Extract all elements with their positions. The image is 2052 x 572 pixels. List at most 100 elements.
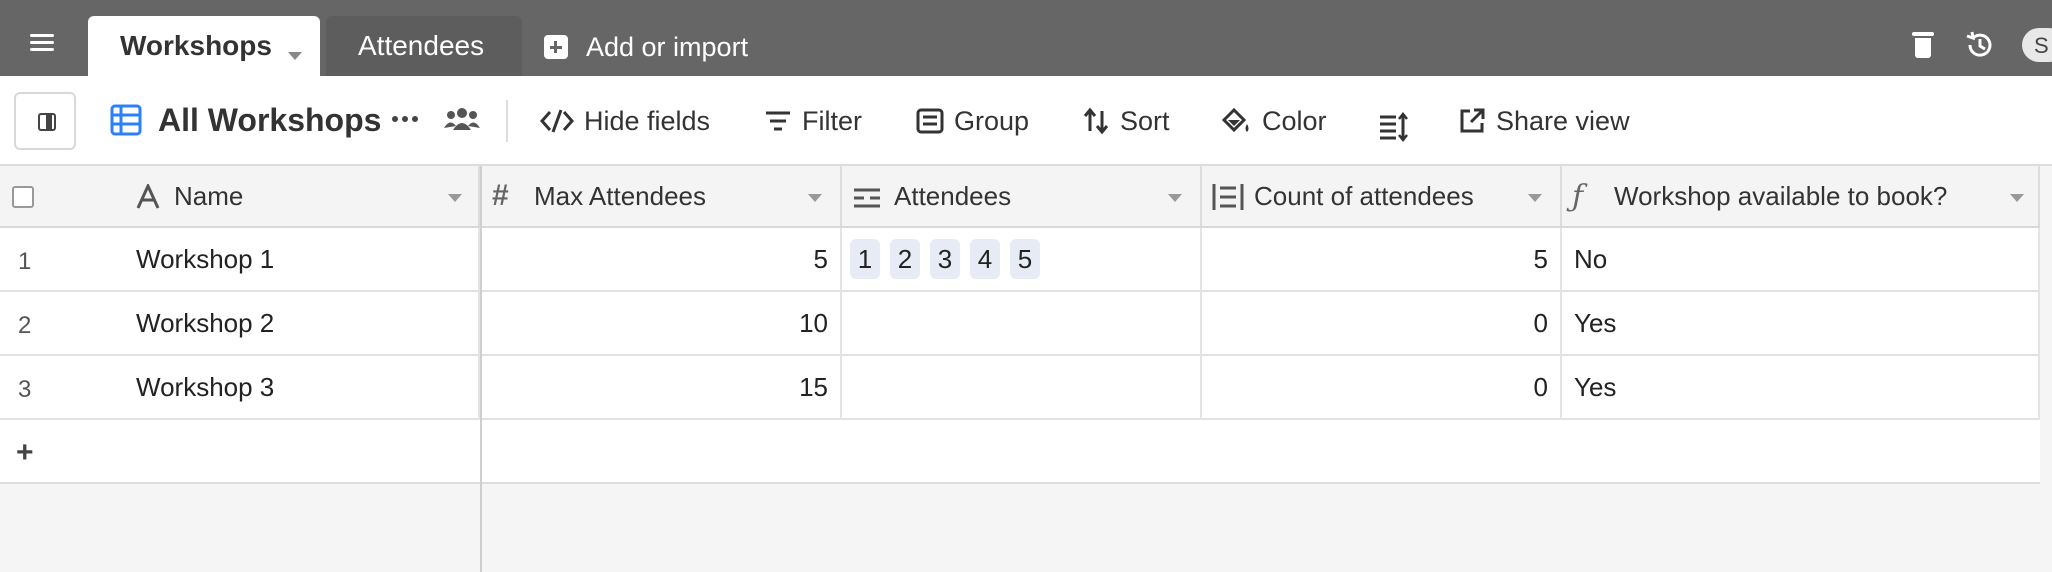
- max-value: 10: [799, 307, 828, 338]
- column-name: Attendees: [894, 180, 1012, 211]
- avatar-initial: S: [2034, 33, 2049, 58]
- column-name: Name: [174, 180, 244, 211]
- sort-button[interactable]: Sort: [1082, 100, 1170, 142]
- column-header-count[interactable]: Count of attendees: [1202, 166, 1562, 226]
- available-value: Yes: [1574, 371, 1617, 402]
- share-view-label: Share view: [1496, 105, 1630, 136]
- chevron-down-icon[interactable]: [1528, 194, 1542, 202]
- tab-label: Attendees: [358, 30, 485, 61]
- grid-view-icon: [110, 104, 142, 136]
- sidebar-toggle-button[interactable]: [14, 92, 76, 150]
- filter-icon: [766, 111, 790, 131]
- hide-fields-button[interactable]: Hide fields: [540, 100, 710, 142]
- more-icon[interactable]: [392, 116, 418, 122]
- add-or-import-button[interactable]: Add or import: [544, 30, 748, 64]
- table-row[interactable]: 3 Workshop 3 15 0 Yes: [0, 356, 2040, 420]
- name-cell[interactable]: Workshop 3: [0, 356, 480, 418]
- hide-fields-label: Hide fields: [584, 105, 711, 136]
- history-icon[interactable]: [1964, 30, 1994, 60]
- max-attendees-cell[interactable]: 10: [482, 292, 842, 354]
- column-name: Workshop available to book?: [1614, 180, 1948, 211]
- add-record-button[interactable]: +: [16, 436, 34, 470]
- filter-label: Filter: [802, 105, 862, 136]
- share-icon: [1460, 108, 1485, 133]
- count-field-icon: [1212, 184, 1244, 210]
- available-value: No: [1574, 243, 1608, 274]
- max-value: 15: [799, 371, 828, 402]
- attendee-chip[interactable]: 3: [930, 239, 960, 279]
- color-button[interactable]: Color: [1220, 100, 1327, 142]
- attendees-cell[interactable]: 1 2 3 4 5: [842, 228, 1202, 290]
- share-view-button[interactable]: Share view: [1458, 100, 1630, 142]
- grid-empty-area: [0, 484, 2052, 572]
- available-cell[interactable]: Yes: [1562, 292, 2040, 354]
- name-value: Workshop 2: [136, 307, 275, 338]
- table-row[interactable]: 1 Workshop 1 5 1 2 3 4 5 5 No: [0, 228, 2040, 292]
- sort-label: Sort: [1120, 105, 1170, 136]
- count-cell[interactable]: 0: [1202, 292, 1562, 354]
- attendee-chip[interactable]: 4: [970, 239, 1000, 279]
- column-header-max-attendees[interactable]: # Max Attendees: [482, 166, 842, 226]
- name-cell[interactable]: Workshop 2: [0, 292, 480, 354]
- sidebar-icon: [38, 113, 56, 131]
- color-bucket-icon: [1221, 107, 1249, 133]
- linked-record-icon: [854, 188, 880, 208]
- tab-workshops[interactable]: Workshops: [88, 16, 320, 76]
- color-label: Color: [1262, 105, 1327, 136]
- chevron-down-icon[interactable]: [288, 52, 302, 60]
- available-cell[interactable]: Yes: [1562, 356, 2040, 418]
- count-value: 0: [1533, 371, 1548, 402]
- attendee-chip[interactable]: 5: [1010, 239, 1040, 279]
- attendee-chip[interactable]: 2: [890, 239, 920, 279]
- count-value: 0: [1533, 307, 1548, 338]
- max-value: 5: [813, 243, 828, 274]
- attendees-cell[interactable]: [842, 292, 1202, 354]
- toolbar-divider: [506, 100, 508, 142]
- sort-icon: [1083, 107, 1109, 135]
- max-attendees-cell[interactable]: 5: [482, 228, 842, 290]
- table-row[interactable]: 2 Workshop 2 10 0 Yes: [0, 292, 2040, 356]
- view-name[interactable]: All Workshops: [158, 102, 381, 139]
- menu-icon[interactable]: [30, 30, 66, 60]
- count-value: 5: [1533, 243, 1548, 274]
- chevron-down-icon[interactable]: [1168, 194, 1182, 202]
- hide-fields-icon: [540, 109, 574, 133]
- name-value: Workshop 3: [136, 371, 275, 402]
- column-header-available[interactable]: ƒ Workshop available to book?: [1562, 166, 2040, 226]
- chevron-down-icon[interactable]: [448, 194, 462, 202]
- formula-icon: ƒ: [1572, 178, 1584, 214]
- view-toolbar: All Workshops Hide fields Filter Group S…: [0, 76, 2052, 166]
- chevron-down-icon[interactable]: [808, 194, 822, 202]
- text-field-icon: [136, 184, 160, 209]
- trash-icon[interactable]: [1912, 30, 1934, 60]
- tab-attendees[interactable]: Attendees: [326, 16, 522, 76]
- available-value: Yes: [1574, 307, 1617, 338]
- column-header-row: Name # Max Attendees Attendees Count of …: [0, 166, 2040, 228]
- avatar[interactable]: S: [2022, 28, 2052, 62]
- column-name: Count of attendees: [1254, 180, 1474, 211]
- people-icon[interactable]: [444, 104, 480, 134]
- attendees-cell[interactable]: [842, 356, 1202, 418]
- max-attendees-cell[interactable]: 15: [482, 356, 842, 418]
- row-height-icon[interactable]: [1378, 106, 1408, 148]
- number-field-icon: #: [492, 179, 509, 212]
- count-cell[interactable]: 5: [1202, 228, 1562, 290]
- records-grid: Name # Max Attendees Attendees Count of …: [0, 166, 2052, 572]
- attendee-chip[interactable]: 1: [850, 239, 880, 279]
- available-cell[interactable]: No: [1562, 228, 2040, 290]
- count-cell[interactable]: 0: [1202, 356, 1562, 418]
- name-cell[interactable]: Workshop 1: [0, 228, 480, 290]
- group-label: Group: [954, 105, 1030, 136]
- group-button[interactable]: Group: [916, 100, 1029, 142]
- column-header-attendees[interactable]: Attendees: [842, 166, 1202, 226]
- chevron-down-icon[interactable]: [2010, 194, 2024, 202]
- column-header-name[interactable]: Name: [0, 166, 480, 226]
- top-tab-bar: Workshops Attendees Add or import S: [0, 0, 2052, 76]
- add-record-row[interactable]: +: [0, 420, 2040, 484]
- frozen-column-divider: [480, 166, 482, 572]
- name-value: Workshop 1: [136, 243, 275, 274]
- column-name: Max Attendees: [534, 180, 706, 211]
- filter-button[interactable]: Filter: [764, 100, 862, 142]
- plus-square-icon: [544, 35, 568, 59]
- group-icon: [916, 108, 944, 134]
